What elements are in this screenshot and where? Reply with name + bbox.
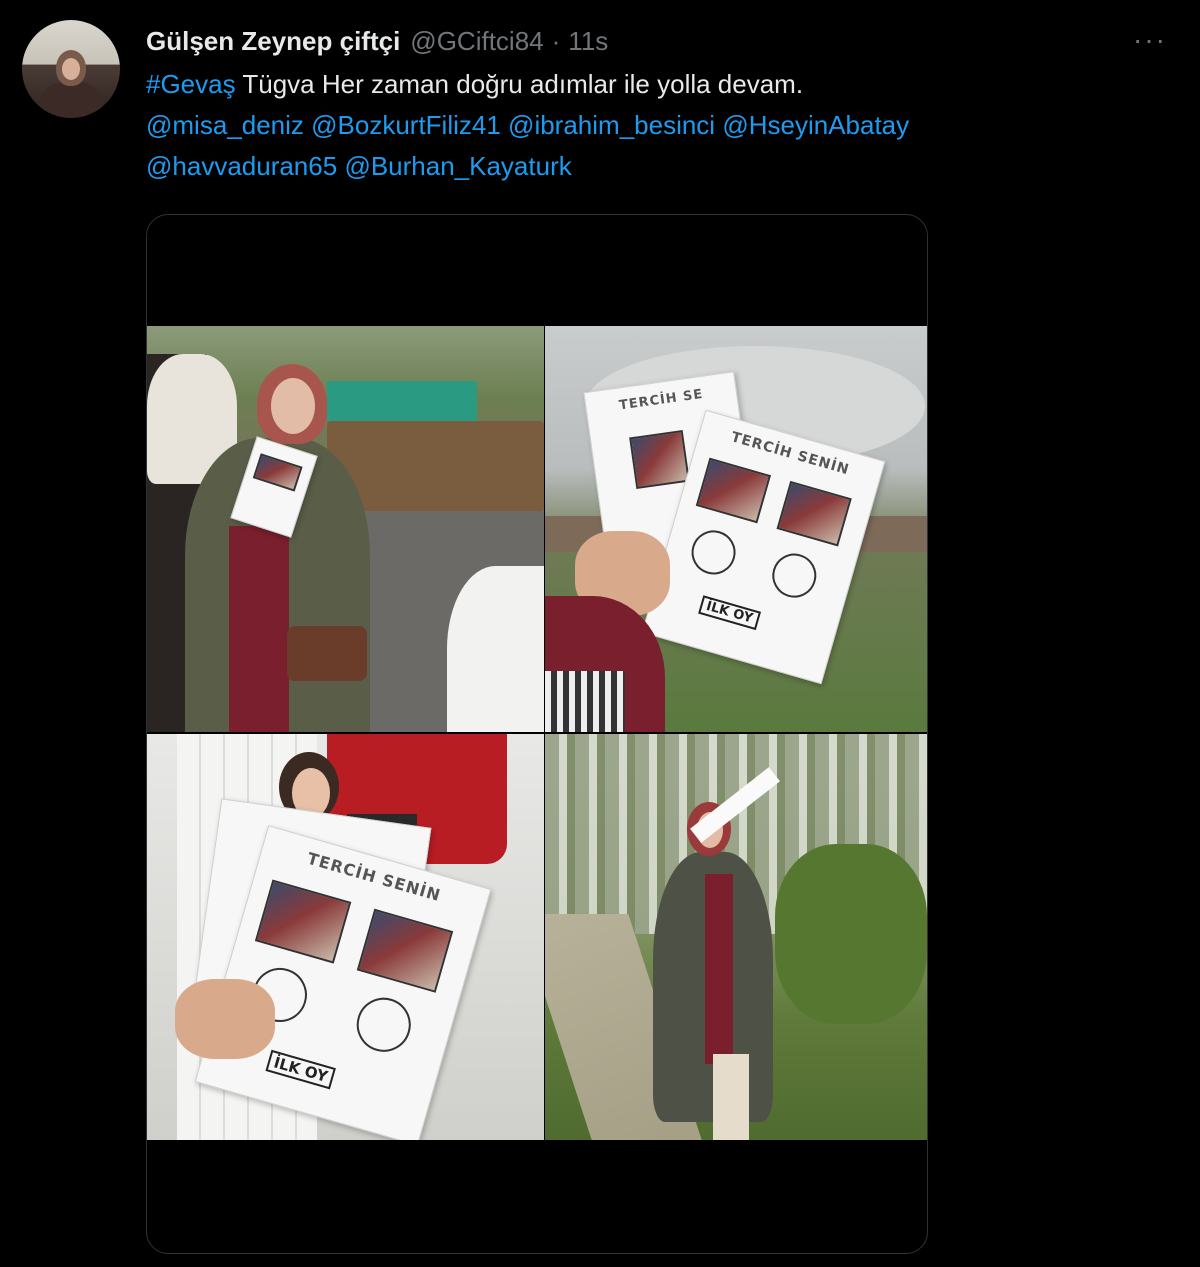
author-handle[interactable]: @GCiftci84 (410, 26, 543, 57)
ballot-logo: İLK OY (698, 595, 761, 631)
tweet-timestamp[interactable]: 11s (568, 26, 608, 57)
mention-link[interactable]: @HseyinAbatay (722, 110, 909, 140)
ballot-photo-right (776, 480, 852, 547)
ballot-photo (629, 429, 690, 490)
photo-3[interactable]: TERCİH SENİN İLK OY (147, 734, 544, 1140)
photo-4[interactable] (545, 734, 927, 1140)
ballot-circle-right (350, 991, 418, 1059)
ballot-circle-right (767, 548, 822, 603)
ballot-logo: İLK OY (265, 1049, 336, 1090)
bush-shape (775, 844, 927, 1024)
more-options-icon[interactable]: ··· (1130, 24, 1170, 55)
tweet-text: #Gevaş Tügva Her zaman doğru adımlar ile… (146, 64, 1156, 187)
avatar-body-shape (40, 82, 102, 118)
author-avatar[interactable] (22, 20, 120, 118)
white-bag-shape (447, 566, 544, 732)
green-tarp-shape (327, 381, 477, 421)
handbag-shape (287, 626, 367, 681)
separator-dot: · (551, 25, 561, 56)
tweet[interactable]: Gülşen Zeynep çiftçi @GCiftci84 · 11s ··… (0, 0, 1200, 1267)
woman-scarf-shape (229, 526, 289, 732)
ballot-circle-left (686, 525, 741, 580)
hand-shape (175, 979, 275, 1059)
ballot-photo-left (695, 457, 772, 524)
ballot-photo-left (254, 879, 352, 964)
mention-link[interactable]: @BozkurtFiliz41 (311, 110, 501, 140)
avatar-face-shape (62, 58, 80, 80)
mention-link[interactable]: @misa_deniz (146, 110, 304, 140)
author-display-name[interactable]: Gülşen Zeynep çiftçi (146, 26, 400, 57)
mention-link[interactable]: @ibrahim_besinci (508, 110, 715, 140)
woman-scarf-shape (705, 874, 733, 1064)
ballot-photo (252, 453, 303, 492)
woman-legs-shape (713, 1054, 749, 1140)
media-container[interactable]: TERCİH SE TERCİH SENİN İLK OY TERCİH SEN… (146, 214, 928, 1254)
mention-link[interactable]: @havvaduran65 (146, 151, 337, 181)
tweet-body-text: Tügva Her zaman doğru adımlar ile yolla … (235, 69, 804, 99)
woman-face-shape (271, 378, 315, 434)
photo-2[interactable]: TERCİH SE TERCİH SENİN İLK OY (545, 326, 927, 732)
hashtag-link[interactable]: #Gevaş (146, 69, 236, 99)
ballot-photo-right (356, 908, 454, 993)
photo-grid: TERCİH SE TERCİH SENİN İLK OY TERCİH SEN… (147, 326, 927, 1142)
striped-shirt-shape (545, 671, 625, 732)
photo-1[interactable] (147, 326, 544, 732)
mention-link[interactable]: @Burhan_Kayaturk (344, 151, 571, 181)
tweet-header: Gülşen Zeynep çiftçi @GCiftci84 · 11s (146, 24, 608, 58)
